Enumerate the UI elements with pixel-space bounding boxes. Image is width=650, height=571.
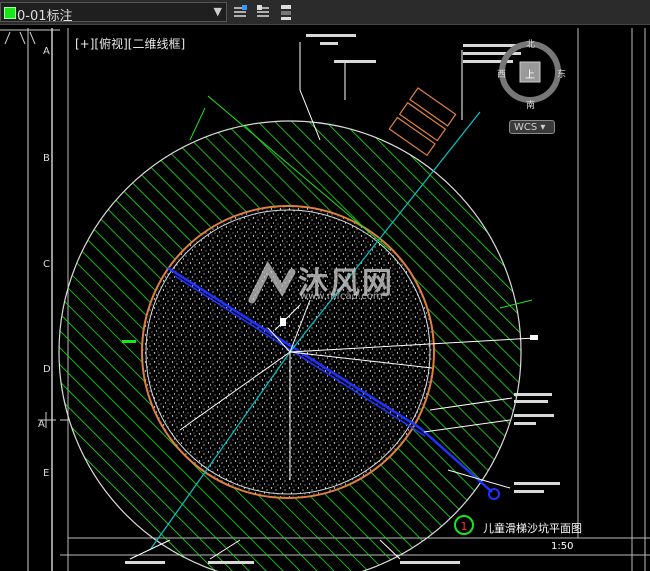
chevron-down-icon[interactable]: ▼ [214, 5, 222, 18]
viewcube-west[interactable]: 西 [497, 67, 506, 80]
grid-label: A [38, 419, 45, 430]
grid-label: C [43, 259, 50, 270]
plan-title: 儿童滑梯沙坑平面图 [483, 522, 582, 535]
layer-name: 0-01标注 [17, 9, 73, 24]
plan-number-badge: 1 [454, 515, 474, 535]
viewcube-top[interactable]: 上 [525, 66, 535, 81]
layer-properties-icon[interactable] [231, 3, 249, 21]
dimension-line [189, 107, 206, 141]
grid-label: E [43, 468, 50, 479]
marker [280, 318, 286, 326]
viewport-label[interactable]: [+][俯视][二维线框] [75, 35, 185, 52]
layer-isolate-icon[interactable] [277, 3, 295, 21]
stepping-planks [388, 87, 457, 157]
wcs-label: WCS [514, 122, 538, 133]
viewcube-north[interactable]: 北 [526, 37, 535, 50]
layer-dropdown[interactable]: 0-01标注 ▼ [0, 2, 227, 24]
plan-scale: 1:50 [551, 541, 574, 552]
marker [530, 335, 538, 340]
layer-state-icon[interactable] [254, 3, 272, 21]
viewcube-south[interactable]: 南 [526, 98, 535, 111]
wcs-menu-button[interactable]: WCS ▾ [509, 120, 555, 134]
sand-pit [141, 205, 435, 499]
viewcube-east[interactable]: 东 [557, 67, 566, 80]
layer-toolbar: 0-01标注 ▼ [0, 0, 650, 25]
dimension-text [122, 340, 136, 343]
grid-label: A [43, 46, 50, 57]
grid-label: D [43, 364, 51, 375]
watermark-url: www.mfcad.com [300, 291, 383, 302]
frame-line [4, 31, 36, 45]
grid-label: B [43, 153, 50, 164]
layer-color-swatch [4, 7, 16, 19]
drain-outlet [488, 488, 500, 500]
